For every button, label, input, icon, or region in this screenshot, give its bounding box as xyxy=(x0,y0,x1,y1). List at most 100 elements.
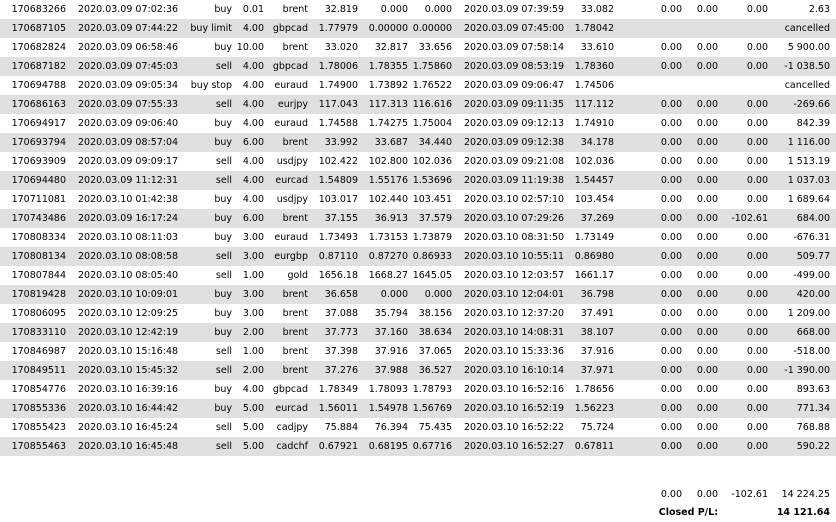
swap-cell: 0.00 xyxy=(746,194,768,205)
close-time-cell: 2020.03.09 07:45:00 xyxy=(464,23,565,34)
type-cell: sell xyxy=(215,156,232,167)
close-time-cell: 2020.03.10 12:04:01 xyxy=(464,289,565,300)
commission-cell: 0.00 xyxy=(660,99,682,110)
profit-cell: 893.63 xyxy=(796,384,830,395)
swap-cell: 0.00 xyxy=(746,422,768,433)
table-row: 170686163 2020.03.09 07:55:33 sell 4.00 eurj… xyxy=(0,95,836,114)
size-cell: 10.00 xyxy=(236,42,264,53)
ticket-cell: 170855423 xyxy=(11,422,66,433)
type-cell: sell xyxy=(215,422,232,433)
item-cell: brent xyxy=(282,308,308,319)
type-cell: sell xyxy=(215,346,232,357)
sl-cell: 0.00000 xyxy=(368,23,408,34)
open-time-cell: 2020.03.10 15:45:32 xyxy=(78,365,179,376)
close-time-cell: 2020.03.09 09:12:13 xyxy=(464,118,565,129)
swap-cell xyxy=(724,76,768,95)
close-time-cell: 2020.03.09 09:21:08 xyxy=(464,156,565,167)
taxes-cell: 0.00 xyxy=(696,308,718,319)
price-cell: 1.74900 xyxy=(318,80,358,91)
ticket-cell: 170819428 xyxy=(11,289,66,300)
taxes-cell: 0.00 xyxy=(696,118,718,129)
swap-cell: 0.00 xyxy=(746,346,768,357)
table-row: 170855423 2020.03.10 16:45:24 sell 5.00 cadj… xyxy=(0,418,836,437)
swap-cell: 0.00 xyxy=(746,384,768,395)
taxes-cell: 0.00 xyxy=(696,99,718,110)
close-time-cell: 2020.03.10 12:03:57 xyxy=(464,270,565,281)
size-cell: 4.00 xyxy=(242,61,264,72)
close-time-cell: 2020.03.10 16:10:14 xyxy=(464,365,565,376)
swap-cell: -102.61 xyxy=(731,213,768,224)
close-time-cell: 2020.03.09 07:39:59 xyxy=(464,4,565,15)
open-time-cell: 2020.03.10 08:11:03 xyxy=(78,232,179,243)
closed-pl-label: Closed P/L: xyxy=(658,507,718,518)
sl-cell: 1.54978 xyxy=(368,403,408,414)
price-cell: 37.155 xyxy=(324,213,358,224)
closed-pl-row: Closed P/L: 14 121.64 xyxy=(0,503,836,522)
taxes-cell: 0.00 xyxy=(696,61,718,72)
tp-cell: 0.000 xyxy=(424,4,452,15)
price-cell: 33.020 xyxy=(324,42,358,53)
close-price-cell: 37.491 xyxy=(580,308,614,319)
commission-cell: 0.00 xyxy=(660,61,682,72)
swap-cell: 0.00 xyxy=(746,327,768,338)
price-cell: 117.043 xyxy=(318,99,358,110)
tp-cell: 38.156 xyxy=(418,308,452,319)
open-time-cell: 2020.03.10 08:05:40 xyxy=(78,270,179,281)
tp-cell: 103.451 xyxy=(412,194,452,205)
type-cell: buy stop xyxy=(190,80,232,91)
taxes-cell: 0.00 xyxy=(696,232,718,243)
open-time-cell: 2020.03.10 16:44:42 xyxy=(78,403,179,414)
profit-cell: 842.39 xyxy=(796,118,830,129)
sl-cell: 36.913 xyxy=(374,213,408,224)
close-price-cell: 1.56223 xyxy=(574,403,614,414)
close-time-cell: 2020.03.10 02:57:10 xyxy=(464,194,565,205)
sl-cell: 102.440 xyxy=(368,194,408,205)
size-cell: 4.00 xyxy=(242,99,264,110)
size-cell: 5.00 xyxy=(242,441,264,452)
taxes-cell: 0.00 xyxy=(696,175,718,186)
taxes-cell: 0.00 xyxy=(696,42,718,53)
item-cell: cadjpy xyxy=(276,422,308,433)
commission-cell: 0.00 xyxy=(660,232,682,243)
ticket-cell: 170711081 xyxy=(11,194,66,205)
profit-cell: 420.00 xyxy=(796,289,830,300)
ticket-cell: 170694788 xyxy=(11,80,66,91)
ticket-cell: 170807844 xyxy=(11,270,66,281)
profit-cell: cancelled xyxy=(784,23,830,34)
type-cell: sell xyxy=(215,441,232,452)
commission-cell: 0.00 xyxy=(660,194,682,205)
type-cell: buy xyxy=(214,232,232,243)
ticket-cell: 170846987 xyxy=(11,346,66,357)
type-cell: sell xyxy=(215,61,232,72)
swap-cell: 0.00 xyxy=(746,99,768,110)
price-cell: 32.819 xyxy=(324,4,358,15)
commission-cell: 0.00 xyxy=(660,137,682,148)
close-time-cell: 2020.03.10 14:08:31 xyxy=(464,327,565,338)
size-cell: 6.00 xyxy=(242,137,264,148)
close-time-cell: 2020.03.10 16:52:19 xyxy=(464,403,565,414)
close-price-cell: 1.74910 xyxy=(574,118,614,129)
tp-cell: 1.75004 xyxy=(412,118,452,129)
close-time-cell: 2020.03.10 12:37:20 xyxy=(464,308,565,319)
open-time-cell: 2020.03.09 09:05:34 xyxy=(78,80,179,91)
size-cell: 4.00 xyxy=(242,384,264,395)
item-cell: brent xyxy=(282,365,308,376)
ticket-cell: 170855463 xyxy=(11,441,66,452)
tp-cell: 1.76522 xyxy=(412,80,452,91)
price-cell: 1.78349 xyxy=(318,384,358,395)
item-cell: brent xyxy=(282,289,308,300)
type-cell: sell xyxy=(215,175,232,186)
tp-cell: 0.86933 xyxy=(412,251,452,262)
table-row: 170711081 2020.03.10 01:42:38 buy 4.00 usdjp… xyxy=(0,190,836,209)
type-cell: buy xyxy=(214,137,232,148)
close-price-cell: 1.78042 xyxy=(574,23,614,34)
item-cell: gbpcad xyxy=(272,384,308,395)
ticket-cell: 170686163 xyxy=(11,99,66,110)
commission-cell: 0.00 xyxy=(660,289,682,300)
type-cell: sell xyxy=(215,99,232,110)
taxes-cell: 0.00 xyxy=(696,251,718,262)
type-cell: buy xyxy=(214,308,232,319)
table-row: 170694917 2020.03.09 09:06:40 buy 4.00 eurau… xyxy=(0,114,836,133)
tp-cell: 36.527 xyxy=(418,365,452,376)
commission-cell: 0.00 xyxy=(660,270,682,281)
